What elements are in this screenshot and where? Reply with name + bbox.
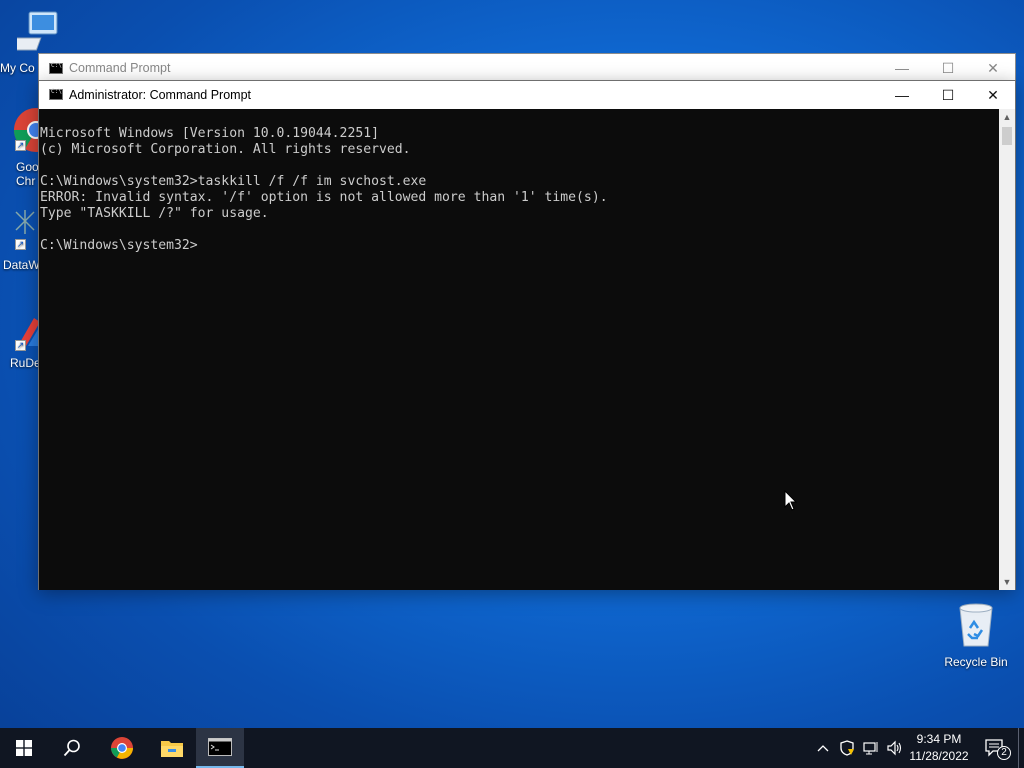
computer-icon bbox=[5, 11, 58, 51]
desktop-icon-label: Recycle Bin bbox=[944, 655, 1008, 669]
desktop-icon-recycle-bin[interactable]: Recycle Bin bbox=[938, 602, 1014, 669]
console-line: ERROR: Invalid syntax. '/f' option is no… bbox=[40, 190, 608, 205]
scroll-up-arrow-icon[interactable]: ▲ bbox=[999, 109, 1015, 125]
command-prompt-window[interactable]: Administrator: Command Prompt — ☐ ✕ Micr… bbox=[38, 80, 1016, 590]
close-button[interactable]: ✕ bbox=[970, 54, 1016, 82]
console-line: Type "TASKKILL /?" for usage. bbox=[40, 206, 269, 221]
taskbar-chrome-button[interactable] bbox=[98, 728, 146, 768]
clock-date: 11/28/2022 bbox=[909, 749, 969, 763]
action-center-button[interactable]: 2 bbox=[980, 728, 1011, 768]
clock-time: 9:34 PM bbox=[916, 732, 962, 746]
chrome-icon bbox=[111, 737, 133, 759]
start-icon bbox=[16, 740, 32, 756]
mouse-cursor-icon bbox=[784, 490, 798, 511]
console-line: (c) Microsoft Corporation. All rights re… bbox=[40, 142, 411, 157]
datawrapper-icon bbox=[15, 210, 35, 234]
shortcut-arrow-icon: ↗ bbox=[15, 140, 26, 151]
scrollbar-thumb[interactable] bbox=[1002, 127, 1012, 145]
command-prompt-icon bbox=[49, 88, 63, 100]
recycle-bin-icon bbox=[959, 603, 993, 647]
network-tray-button[interactable] bbox=[860, 728, 882, 768]
scroll-down-arrow-icon[interactable]: ▼ bbox=[999, 574, 1015, 590]
maximize-button[interactable]: ☐ bbox=[925, 81, 971, 109]
command-prompt-icon bbox=[208, 738, 232, 756]
background-window[interactable]: Command Prompt — ☐ ✕ bbox=[38, 53, 1016, 83]
console-line: C:\Windows\system32>taskkill /f /f im sv… bbox=[40, 174, 427, 189]
desktop-icon-label: DataW bbox=[3, 258, 40, 272]
taskbar: 9:34 PM 11/28/2022 2 bbox=[0, 728, 1024, 768]
window-title: Administrator: Command Prompt bbox=[69, 88, 252, 102]
close-button[interactable]: ✕ bbox=[970, 81, 1016, 109]
desktop-icon-datawrapper[interactable]: ↗ DataW bbox=[0, 210, 40, 272]
show-desktop-button[interactable] bbox=[1018, 728, 1024, 768]
taskbar-file-explorer-button[interactable] bbox=[148, 728, 196, 768]
security-tray-button[interactable] bbox=[836, 728, 858, 768]
desktop-icon-rudesktop[interactable]: ↗ RuDe bbox=[0, 312, 41, 370]
start-button[interactable] bbox=[0, 728, 48, 768]
command-prompt-icon bbox=[49, 62, 63, 74]
volume-icon bbox=[887, 740, 902, 756]
minimize-button[interactable]: — bbox=[879, 81, 925, 109]
console-line: Microsoft Windows [Version 10.0.19044.22… bbox=[40, 126, 379, 141]
show-hidden-icons-button[interactable] bbox=[812, 728, 834, 768]
taskbar-command-prompt-button[interactable] bbox=[196, 728, 244, 768]
notification-count-badge: 2 bbox=[997, 746, 1011, 760]
clock-button[interactable]: 9:34 PM 11/28/2022 bbox=[902, 731, 976, 765]
search-button[interactable] bbox=[48, 728, 96, 768]
console-output[interactable]: Microsoft Windows [Version 10.0.19044.22… bbox=[39, 109, 1001, 590]
window-title: Command Prompt bbox=[69, 61, 171, 75]
chevron-up-icon bbox=[817, 745, 829, 752]
shortcut-arrow-icon: ↗ bbox=[15, 239, 26, 250]
minimize-button[interactable]: — bbox=[879, 54, 925, 82]
title-bar[interactable]: Administrator: Command Prompt — ☐ ✕ bbox=[39, 81, 1015, 109]
maximize-button[interactable]: ☐ bbox=[925, 54, 971, 82]
search-icon bbox=[63, 739, 80, 757]
vertical-scrollbar[interactable]: ▲ ▼ bbox=[999, 109, 1015, 590]
network-icon bbox=[863, 742, 878, 755]
desktop-icon-chrome[interactable]: ↗ Goo Chr bbox=[0, 106, 58, 188]
file-explorer-icon bbox=[161, 741, 183, 757]
defender-shield-icon bbox=[840, 740, 854, 756]
shortcut-arrow-icon: ↗ bbox=[15, 340, 26, 351]
console-prompt-line[interactable]: C:\Windows\system32> bbox=[40, 238, 1001, 254]
